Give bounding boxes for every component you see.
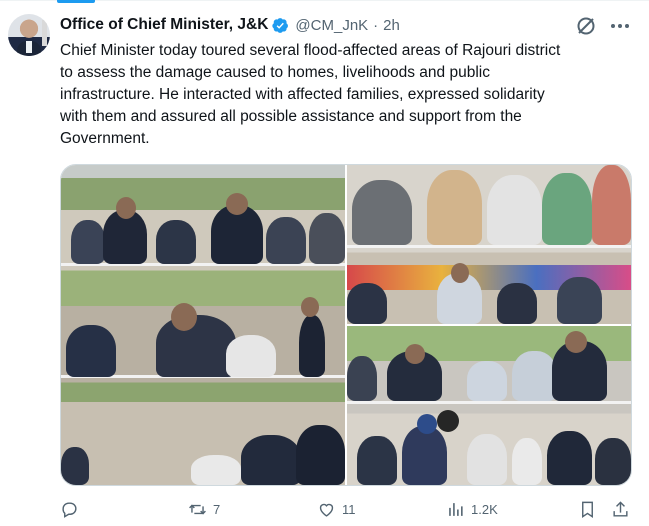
- person-head: [437, 410, 459, 432]
- person-figure: [352, 180, 412, 245]
- person-figure: [542, 173, 592, 245]
- person-figure: [467, 361, 507, 401]
- top-divider: [0, 0, 649, 1]
- media-grid: [60, 164, 632, 486]
- verified-badge-icon[interactable]: [272, 17, 289, 34]
- person-figure: [487, 175, 542, 245]
- share-button[interactable]: [611, 494, 630, 524]
- person-figure: [66, 325, 116, 377]
- person-head: [451, 263, 469, 283]
- author-name[interactable]: Office of Chief Minister, J&K: [60, 16, 268, 34]
- person-figure: [71, 220, 105, 264]
- person-figure: [467, 434, 507, 485]
- repost-button[interactable]: 7: [188, 494, 220, 524]
- avatar-flagpole: [42, 20, 47, 46]
- person-figure: [226, 335, 276, 377]
- repost-icon: [189, 504, 206, 514]
- more-icon[interactable]: [607, 14, 633, 38]
- person-figure: [512, 438, 542, 485]
- tweet-actions: 7 11 1.2K: [60, 494, 634, 524]
- photo-bottom-right[interactable]: [347, 326, 631, 485]
- bookmark-icon: [582, 501, 593, 518]
- share-icon: [613, 500, 628, 517]
- person-figure: [427, 170, 482, 245]
- person-figure: [497, 283, 537, 324]
- views-count: 1.2K: [471, 501, 498, 517]
- top-accent-bar: [57, 0, 95, 3]
- person-figure: [191, 455, 241, 485]
- person-head: [565, 331, 587, 353]
- person-head: [301, 297, 319, 317]
- reply-button[interactable]: [60, 494, 85, 524]
- person-figure: [156, 315, 236, 377]
- person-figure: [266, 217, 306, 264]
- person-figure: [512, 351, 557, 401]
- person-figure: [592, 165, 631, 245]
- person-head: [116, 197, 136, 219]
- person-figure: [557, 277, 602, 324]
- person-figure: [347, 356, 377, 401]
- person-head: [226, 193, 248, 215]
- author-handle[interactable]: @CM_JnK: [295, 17, 368, 34]
- person-head: [405, 344, 425, 364]
- person-figure: [595, 438, 631, 485]
- repost-count: 7: [213, 501, 221, 517]
- person-figure: [61, 447, 89, 485]
- photo-top-right[interactable]: [347, 165, 631, 324]
- heart-icon: [319, 503, 334, 517]
- person-figure: [357, 436, 397, 485]
- avatar[interactable]: [8, 14, 50, 56]
- tweet-header: Office of Chief Minister, J&K @CM_JnK · …: [60, 14, 400, 36]
- collage-divider: [347, 245, 631, 248]
- like-button[interactable]: 11: [317, 494, 356, 524]
- avatar-shirt: [26, 41, 32, 53]
- separator-dot: ·: [373, 16, 379, 34]
- collage-divider: [61, 263, 345, 266]
- person-figure: [402, 426, 447, 485]
- collage-divider: [347, 401, 631, 404]
- person-figure: [296, 425, 345, 485]
- person-figure: [156, 220, 196, 264]
- photo-left[interactable]: [61, 165, 345, 485]
- tweet-text: Chief Minister today toured several floo…: [60, 42, 561, 147]
- person-figure: [309, 213, 345, 264]
- person-head: [417, 414, 437, 434]
- grok-icon[interactable]: [574, 14, 598, 38]
- person-head: [171, 303, 197, 331]
- person-figure: [347, 283, 387, 324]
- person-figure: [241, 435, 301, 485]
- views-icon: [449, 502, 463, 516]
- like-count: 11: [342, 501, 356, 517]
- person-figure: [547, 431, 592, 485]
- person-figure: [299, 315, 325, 377]
- tweet-time[interactable]: 2h: [383, 17, 400, 34]
- bookmark-button[interactable]: [578, 494, 597, 524]
- views-button[interactable]: 1.2K: [446, 494, 498, 524]
- reply-icon: [62, 501, 77, 518]
